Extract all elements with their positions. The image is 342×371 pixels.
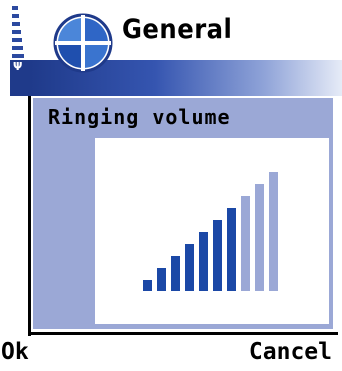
volume-slider[interactable]: [95, 138, 329, 324]
volume-level-bar: [213, 220, 222, 291]
volume-level-bar: [143, 280, 152, 291]
signal-bar: [12, 30, 21, 34]
volume-level-bar: [171, 256, 180, 291]
popup-shadow-left: [28, 96, 31, 336]
volume-level-bar: [227, 208, 236, 291]
popup-shadow-bottom: [28, 332, 338, 335]
signal-bar: [12, 6, 18, 10]
signal-bar: [12, 14, 19, 18]
antenna-icon: Ψ: [13, 60, 23, 73]
volume-level-bar: [157, 268, 166, 291]
profiles-globe-icon: [53, 13, 113, 73]
volume-level-bar: [241, 196, 250, 291]
page-title: General: [122, 14, 233, 45]
ok-softkey[interactable]: Ok: [1, 339, 29, 365]
signal-bar: [12, 54, 24, 58]
signal-bar: [12, 38, 22, 42]
signal-strength-icon: [12, 6, 32, 62]
volume-level-bar: [185, 244, 194, 291]
signal-bar: [12, 22, 20, 26]
volume-level-bar: [269, 172, 278, 291]
volume-level-bar: [199, 232, 208, 291]
volume-level-bar: [255, 184, 264, 291]
cancel-softkey[interactable]: Cancel: [249, 339, 332, 365]
signal-bar: [12, 46, 23, 50]
dialog-heading: Ringing volume: [48, 105, 231, 129]
ringing-volume-dialog: Ringing volume: [33, 98, 333, 329]
